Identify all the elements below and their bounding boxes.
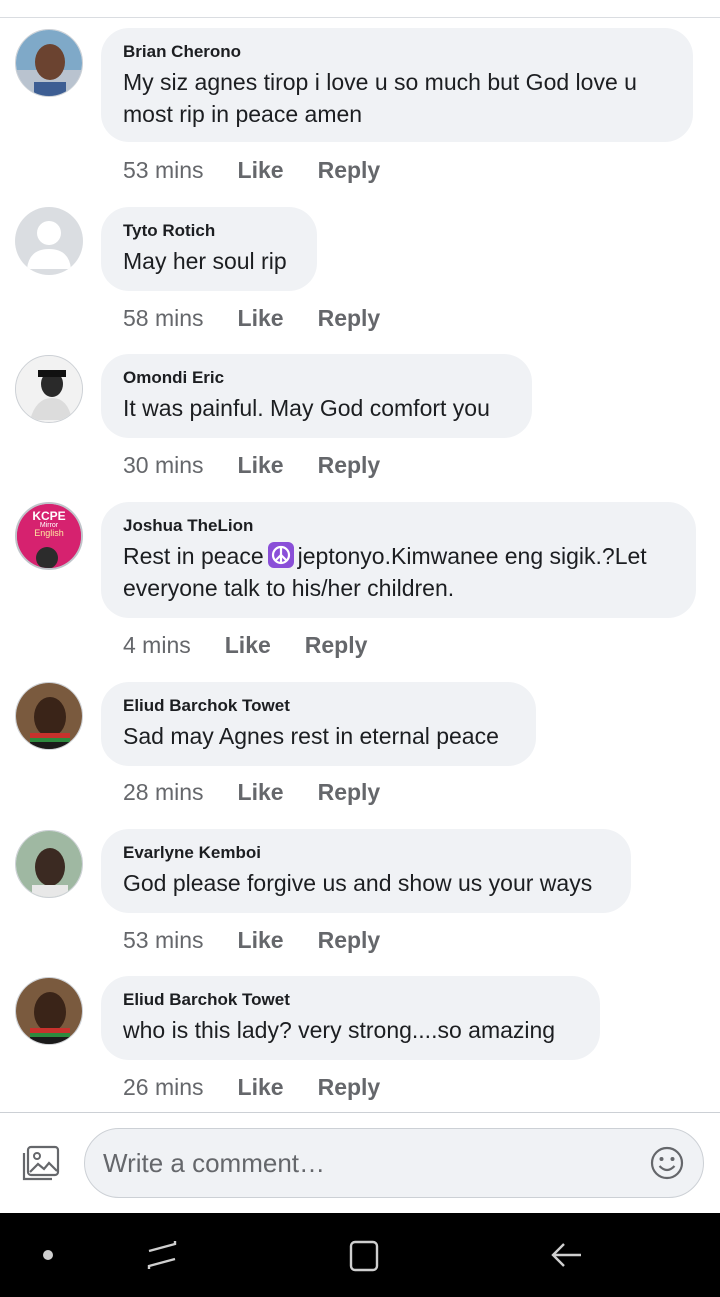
emoji-icon[interactable] [649,1145,685,1181]
avatar[interactable] [15,977,83,1045]
reply-button[interactable]: Reply [318,155,381,185]
comment-text: My siz agnes tirop i love u so much but … [123,69,637,127]
comment-author[interactable]: Brian Cherono [123,42,671,62]
comment-bubble[interactable]: Brian Cherono My siz agnes tirop i love … [101,28,693,142]
reply-button[interactable]: Reply [318,1072,381,1102]
comment-bubble[interactable]: Omondi Eric It was painful. May God comf… [101,354,532,438]
like-button[interactable]: Like [238,155,284,185]
comment-actions: 53 mins Like Reply [123,155,380,185]
back-icon[interactable] [548,1238,584,1274]
dot-icon[interactable] [43,1250,53,1260]
comment-author[interactable]: Evarlyne Kemboi [123,843,609,863]
comment-time[interactable]: 58 mins [123,303,204,333]
comment-time[interactable]: 53 mins [123,925,204,955]
comment-author[interactable]: Eliud Barchok Towet [123,990,578,1010]
like-button[interactable]: Like [238,1072,284,1102]
comment-text: It was painful. May God comfort you [123,395,490,421]
comment-author[interactable]: Joshua TheLion [123,516,674,536]
comment-input-placeholder: Write a comment… [103,1148,326,1178]
comment-text: Sad may Agnes rest in eternal peace [123,723,499,749]
comment-actions: 28 mins Like Reply [123,777,380,807]
default-avatar[interactable] [15,207,83,275]
comment-text: who is this lady? very strong....so amaz… [123,1017,556,1043]
comment-bubble[interactable]: Evarlyne Kemboi God please forgive us an… [101,829,631,913]
comment-time[interactable]: 53 mins [123,155,204,185]
comment-actions: 53 mins Like Reply [123,925,380,955]
like-button[interactable]: Like [238,303,284,333]
comment-bubble[interactable]: Eliud Barchok Towet Sad may Agnes rest i… [101,682,536,766]
reply-button[interactable]: Reply [318,925,381,955]
comment-input[interactable]: Write a comment… [84,1128,704,1198]
avatar[interactable] [15,830,83,898]
comment-time[interactable]: 26 mins [123,1072,204,1102]
reply-button[interactable]: Reply [318,303,381,333]
comment-author[interactable]: Omondi Eric [123,368,510,388]
comment-text-part: Rest in peace [123,543,264,569]
reply-button[interactable]: Reply [305,630,368,660]
avatar[interactable]: KCPE Mirror English [15,502,83,570]
photo-gallery-icon[interactable] [22,1145,60,1181]
top-divider [0,17,720,18]
comment-bubble[interactable]: Joshua TheLion Rest in peace jeptonyo.Kim… [101,502,696,618]
comment-time[interactable]: 4 mins [123,630,191,660]
like-button[interactable]: Like [225,630,271,660]
like-button[interactable]: Like [238,925,284,955]
avatar[interactable] [15,682,83,750]
peace-symbol-emoji [267,542,294,568]
avatar-text: English [34,528,64,538]
comment-actions: 4 mins Like Reply [123,630,367,660]
composer-divider [0,1112,720,1113]
avatar[interactable] [15,29,83,97]
comment-actions: 30 mins Like Reply [123,450,380,480]
comment-author[interactable]: Eliud Barchok Towet [123,696,514,716]
home-icon[interactable] [346,1238,382,1274]
like-button[interactable]: Like [238,777,284,807]
comment-text: Rest in peace jeptonyo.Kimwanee eng sigik… [123,540,674,604]
reply-button[interactable]: Reply [318,450,381,480]
recent-apps-icon[interactable] [145,1238,179,1272]
comment-text: May her soul rip [123,248,287,274]
like-button[interactable]: Like [238,450,284,480]
comment-actions: 26 mins Like Reply [123,1072,380,1102]
comment-bubble[interactable]: Eliud Barchok Towet who is this lady? ve… [101,976,600,1060]
avatar[interactable] [15,355,83,423]
comment-text: God please forgive us and show us your w… [123,870,593,896]
comment-author[interactable]: Tyto Rotich [123,221,295,241]
comment-bubble[interactable]: Tyto Rotich May her soul rip [101,207,317,291]
comment-time[interactable]: 30 mins [123,450,204,480]
reply-button[interactable]: Reply [318,777,381,807]
comment-actions: 58 mins Like Reply [123,303,380,333]
comment-time[interactable]: 28 mins [123,777,204,807]
avatar-text: KCPE [32,509,66,523]
